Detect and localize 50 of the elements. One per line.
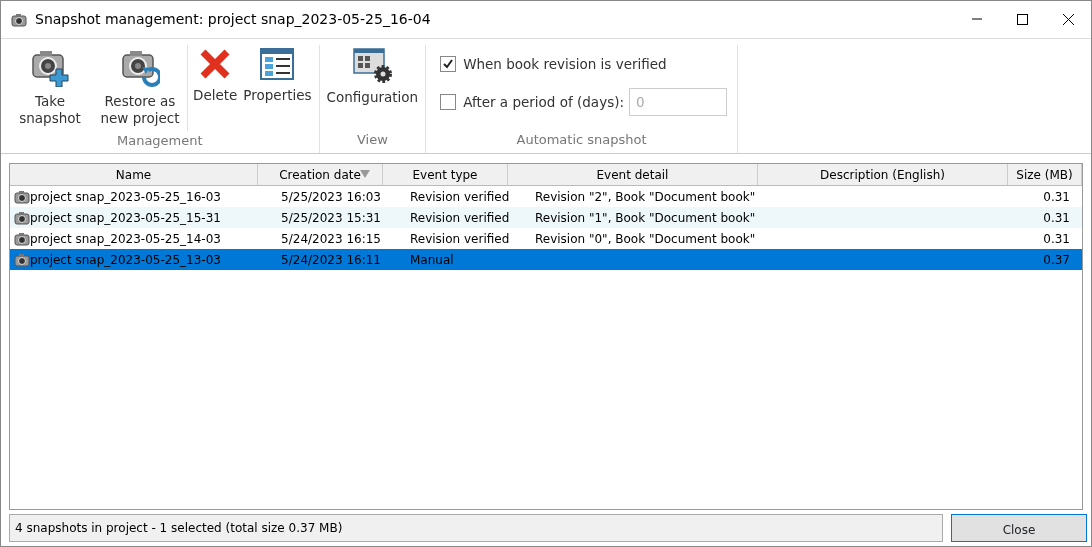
column-header[interactable]: Creation date bbox=[258, 164, 383, 185]
column-header[interactable]: Name bbox=[10, 164, 258, 185]
table-cell-text: 5/24/2023 16:15 bbox=[281, 230, 381, 248]
ribbon-button[interactable]: Delete bbox=[190, 45, 241, 131]
status-bar: 4 snapshots in project - 1 selected (total size 0.37 MB) bbox=[9, 514, 943, 542]
table-cell-text: 5/25/2023 16:03 bbox=[281, 188, 381, 206]
settings-icon bbox=[352, 47, 393, 83]
camera-icon bbox=[14, 251, 30, 268]
ribbon-button[interactable]: Take snapshot bbox=[5, 45, 95, 131]
table-cell-text: project snap_2023-05-25_16-03 bbox=[30, 188, 221, 206]
table-cell-text: Revision verified bbox=[410, 230, 510, 248]
column-header[interactable]: Size (MB) bbox=[1008, 164, 1082, 185]
table-row[interactable]: project snap_2023-05-25_14-03 5/24/2023 16:15 Revision verified Revision "0", Book "Document book" 0.31 bbox=[10, 228, 1082, 249]
checkbox-label: After a period of (days): bbox=[463, 92, 624, 112]
camera-icon bbox=[14, 209, 30, 226]
table-cell-text: Revision "1", Book "Document book" bbox=[535, 209, 756, 227]
table-cell-text: 0.31 bbox=[1043, 188, 1070, 206]
table-row[interactable]: project snap_2023-05-25_16-03 5/25/2023 16:03 Revision verified Revision "2", Book "Document book" 0.31 bbox=[10, 186, 1082, 207]
group-label: Automatic snapshot bbox=[515, 130, 648, 149]
ribbon-button[interactable]: Configuration bbox=[323, 45, 422, 130]
table-cell-text: Revision verified bbox=[410, 188, 510, 206]
table-cell-text: 5/25/2023 15:31 bbox=[281, 209, 381, 227]
close-button[interactable]: Close bbox=[951, 514, 1087, 542]
camera-icon bbox=[14, 188, 30, 205]
column-header[interactable]: Event type bbox=[383, 164, 508, 185]
table-cell-text: project snap_2023-05-25_15-31 bbox=[30, 209, 221, 227]
table-cell-text: 5/24/2023 16:11 bbox=[281, 251, 381, 269]
table-cell-text: 0.37 bbox=[1043, 251, 1070, 269]
table-cell-text: 0.31 bbox=[1043, 209, 1070, 227]
table-cell-text: project snap_2023-05-25_13-03 bbox=[30, 251, 221, 269]
checkbox[interactable] bbox=[440, 56, 457, 72]
table-cell-text: Revision "0", Book "Document book" bbox=[535, 230, 756, 248]
group-label: View bbox=[355, 130, 389, 149]
table-row[interactable]: project snap_2023-05-25_15-31 5/25/2023 15:31 Revision verified Revision "1", Book "Document book" 0.31 bbox=[10, 207, 1082, 228]
group-label: Management bbox=[115, 132, 204, 150]
list-icon bbox=[259, 47, 296, 81]
camera-icon bbox=[11, 11, 27, 28]
ribbon-button[interactable]: Restore as new project bbox=[95, 45, 185, 131]
table-row[interactable]: project snap_2023-05-25_13-03 5/24/2023 16:11 Manual 0.37 bbox=[10, 249, 1082, 270]
checkbox-label: When book revision is verified bbox=[463, 54, 667, 74]
window-title: Snapshot management: project snap_2023-05-25_16-04 bbox=[35, 10, 432, 29]
ribbon-button[interactable]: Properties bbox=[240, 45, 315, 131]
table-cell-text: Manual bbox=[410, 251, 454, 269]
table-cell-text: project snap_2023-05-25_14-03 bbox=[30, 230, 221, 248]
table-cell-text: Revision verified bbox=[410, 209, 510, 227]
column-header[interactable]: Description (English) bbox=[758, 164, 1008, 185]
column-header[interactable]: Event detail bbox=[508, 164, 758, 185]
camera-icon bbox=[14, 230, 30, 247]
table-cell-text: 0.31 bbox=[1043, 230, 1070, 248]
table-cell-text: Revision "2", Book "Document book" bbox=[535, 188, 756, 206]
